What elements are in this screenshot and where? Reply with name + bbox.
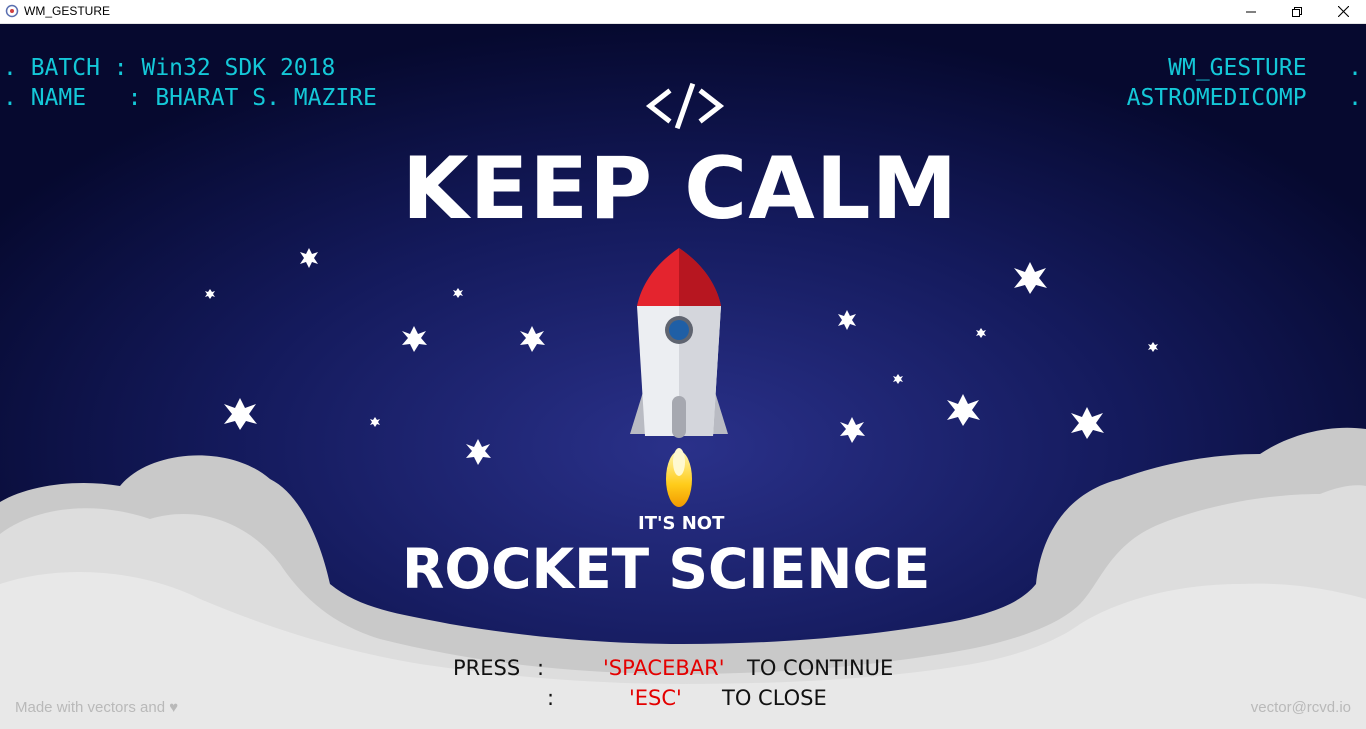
close-label: TO CLOSE — [722, 686, 827, 710]
restore-icon — [1292, 6, 1302, 17]
restore-button[interactable] — [1274, 0, 1320, 23]
continue-label: TO CONTINUE — [747, 656, 894, 680]
subline: IT'S NOT — [638, 513, 725, 534]
org-label: ASTROMEDICOMP . — [1126, 85, 1362, 111]
batch-label: . BATCH : Win32 SDK 2018 — [3, 55, 336, 81]
name-label: . NAME : BHARAT S. MAZIRE — [3, 85, 377, 111]
headline: KEEP CALM — [402, 139, 959, 239]
esc-key: 'ESC' — [629, 686, 682, 710]
colon-2: : — [547, 686, 555, 710]
minimize-button[interactable] — [1228, 0, 1274, 23]
window-title: WM_GESTURE — [24, 4, 111, 18]
minimize-icon — [1246, 11, 1256, 12]
spacebar-key: 'SPACEBAR' — [603, 656, 725, 680]
close-button[interactable] — [1320, 0, 1366, 23]
poster-background — [0, 24, 1366, 729]
program-label: WM_GESTURE . — [1168, 55, 1362, 81]
press-label: PRESS — [453, 656, 521, 680]
credit-left: Made with vectors and ♥ — [15, 699, 179, 716]
client-area: . BATCH : Win32 SDK 2018 . NAME : BHARAT… — [0, 24, 1366, 729]
credit-right: vector@rcvd.io — [1250, 699, 1351, 716]
app-icon — [5, 4, 19, 18]
colon-1: : — [537, 656, 545, 680]
title-bar: WM_GESTURE — [0, 0, 1366, 24]
close-icon — [1337, 6, 1349, 17]
tagline: ROCKET SCIENCE — [402, 537, 931, 601]
